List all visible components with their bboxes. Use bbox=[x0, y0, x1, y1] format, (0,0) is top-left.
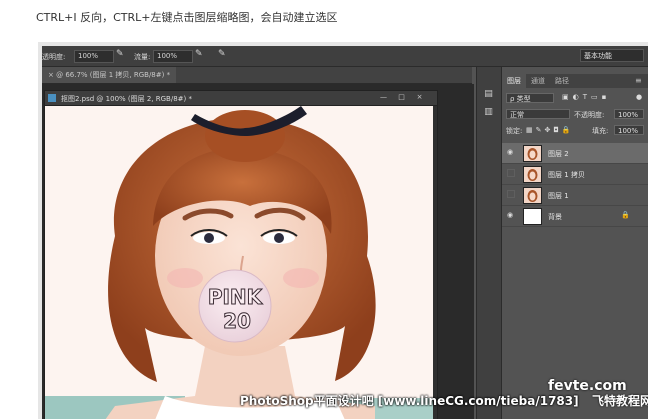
lock-label: 锁定: bbox=[506, 127, 523, 135]
panel-menu-icon[interactable]: ≡ bbox=[630, 74, 647, 88]
blend-mode-value: 正常 bbox=[510, 111, 524, 119]
layer-filter-select[interactable]: ρ 类型 bbox=[506, 93, 554, 103]
image-canvas[interactable]: PINK 20 bbox=[45, 106, 433, 419]
close-button[interactable]: × bbox=[415, 93, 424, 102]
layer-name: 背景 bbox=[548, 213, 562, 221]
workspace-label: 基本功能 bbox=[584, 52, 612, 60]
opacity-value: 100% bbox=[78, 52, 99, 60]
fill-input[interactable]: 100% bbox=[614, 125, 644, 135]
layer-opacity-value: 100% bbox=[618, 111, 639, 119]
filter-toggle-icon[interactable]: ● bbox=[636, 93, 642, 105]
opacity-label: 透明度: bbox=[42, 53, 66, 61]
layer-thumbnail[interactable] bbox=[523, 145, 542, 162]
layer-row-layer-2[interactable]: ◉ 图层 2 bbox=[502, 143, 648, 164]
document-window[interactable]: 抠图2.psd @ 100% (图层 2, RGB/8#) * — □ × PI… bbox=[44, 90, 438, 419]
layers-panel: 图层 通道 路径 ≡ ρ 类型 ▣◐T▭▪ ● 正常 不透明度: 100% 锁定… bbox=[502, 67, 648, 419]
eye-icon[interactable]: ◉ bbox=[507, 211, 515, 219]
watermark-site-cn: 飞特教程网 bbox=[592, 394, 648, 408]
instruction-caption: CTRL+I 反向，CTRL+左键点击图层缩略图，会自动建立选区 bbox=[36, 11, 338, 24]
layer-opacity-input[interactable]: 100% bbox=[614, 109, 644, 119]
options-bar: 透明度: 100% ✎ 流量: 100% ✎ ✎ 基本功能 bbox=[42, 46, 648, 67]
visibility-toggle[interactable] bbox=[507, 169, 515, 177]
tab-paths[interactable]: 路径 bbox=[550, 74, 574, 88]
layer-name: 图层 2 bbox=[548, 150, 569, 158]
lock-icons[interactable]: ▦✎✥◘🔒 bbox=[526, 126, 574, 138]
layer-row-layer-1-copy[interactable]: 图层 1 拷贝 bbox=[502, 164, 648, 185]
bubble-text-line2: 20 bbox=[223, 309, 251, 333]
maximize-button[interactable]: □ bbox=[397, 93, 406, 102]
blend-mode-select[interactable]: 正常 bbox=[506, 109, 570, 119]
layer-thumbnail[interactable] bbox=[523, 187, 542, 204]
panel-icon-strip: ▤ ▥ bbox=[476, 67, 502, 419]
document-tab-bar: × @ 66.7% (图层 1 拷贝, RGB/8#) * bbox=[42, 67, 472, 84]
bubble-text-line1: PINK bbox=[208, 285, 264, 309]
lock-icon: 🔒 bbox=[621, 211, 630, 219]
tab-background-document[interactable]: × @ 66.7% (图层 1 拷贝, RGB/8#) * bbox=[42, 67, 177, 83]
flow-label: 流量: bbox=[134, 53, 151, 61]
tab-layers[interactable]: 图层 bbox=[502, 74, 526, 88]
document-title-bar[interactable]: 抠图2.psd @ 100% (图层 2, RGB/8#) * — □ × bbox=[45, 91, 437, 106]
layer-name: 图层 1 bbox=[548, 192, 569, 200]
fill-label: 填充: bbox=[592, 127, 609, 135]
minimize-button[interactable]: — bbox=[379, 93, 388, 102]
layer-filter-value: ρ 类型 bbox=[510, 95, 531, 103]
document-title: 抠图2.psd @ 100% (图层 2, RGB/8#) * bbox=[61, 95, 192, 103]
watermark-text: PhotoShop平面设计吧 [www.lineCG.com/tieba/178… bbox=[240, 394, 579, 408]
layer-row-background[interactable]: ◉ 背景 🔒 bbox=[502, 206, 648, 227]
layer-row-layer-1[interactable]: 图层 1 bbox=[502, 185, 648, 206]
flow-input[interactable]: 100% bbox=[153, 50, 193, 63]
vertical-scrollbar[interactable] bbox=[433, 106, 437, 419]
tab-channels[interactable]: 通道 bbox=[526, 74, 550, 88]
properties-icon[interactable]: ▥ bbox=[483, 107, 494, 118]
panel-tabs: 图层 通道 路径 ≡ bbox=[502, 74, 648, 88]
flow-value: 100% bbox=[157, 52, 178, 60]
layer-thumbnail[interactable] bbox=[523, 166, 542, 183]
visibility-toggle[interactable] bbox=[507, 190, 515, 198]
airbrush-icon[interactable]: ✎ bbox=[195, 49, 203, 59]
workspace-switcher[interactable]: 基本功能 bbox=[580, 49, 644, 62]
psd-file-icon bbox=[48, 94, 56, 102]
layer-thumbnail[interactable] bbox=[523, 208, 542, 225]
layer-name: 图层 1 拷贝 bbox=[548, 171, 585, 179]
opacity-input[interactable]: 100% bbox=[74, 50, 114, 63]
portrait-image: PINK 20 bbox=[45, 106, 433, 419]
photoshop-window: 透明度: 100% ✎ 流量: 100% ✎ ✎ 基本功能 × @ 66.7% … bbox=[42, 46, 648, 419]
eye-icon[interactable]: ◉ bbox=[507, 148, 515, 156]
pressure-opacity-icon[interactable]: ✎ bbox=[116, 49, 124, 59]
pressure-size-icon[interactable]: ✎ bbox=[218, 49, 226, 59]
opacity-label: 不透明度: bbox=[574, 111, 605, 119]
filter-icons[interactable]: ▣◐T▭▪ bbox=[562, 93, 610, 105]
fill-value: 100% bbox=[618, 127, 639, 135]
history-icon[interactable]: ▤ bbox=[483, 89, 494, 100]
